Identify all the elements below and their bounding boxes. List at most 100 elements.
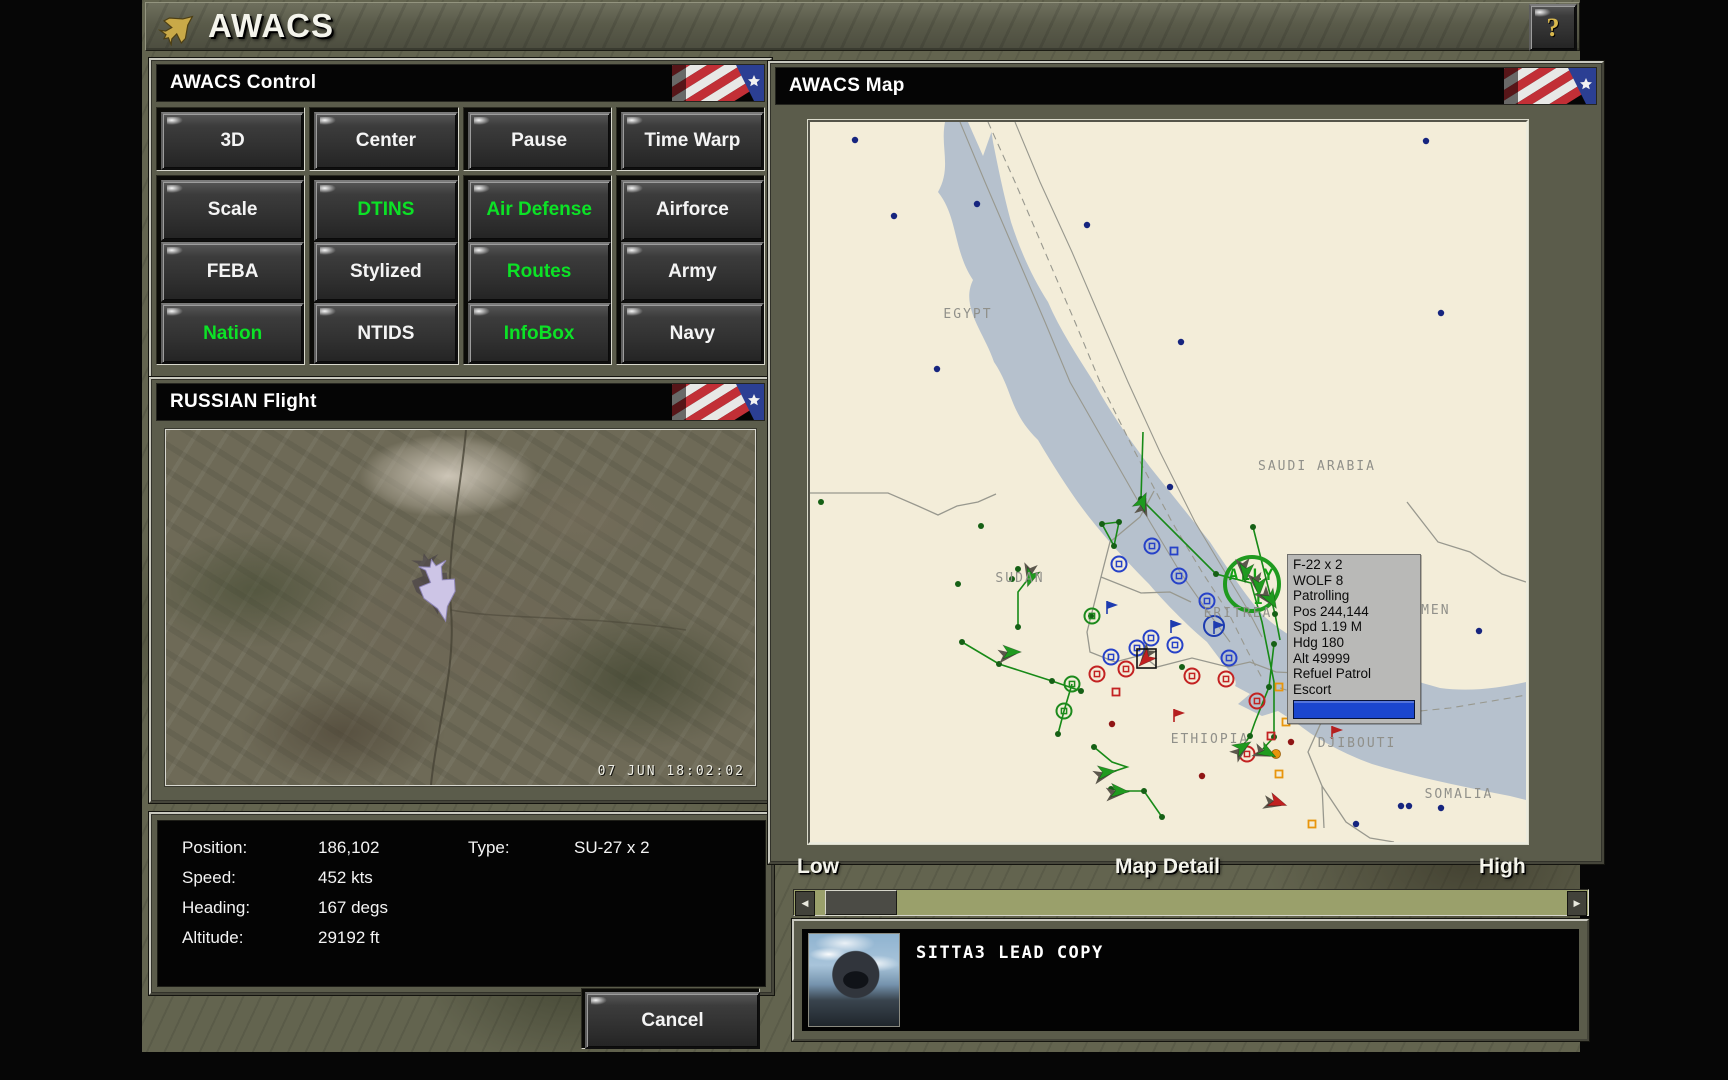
cancel-button[interactable]: Cancel: [585, 992, 760, 1049]
us-flag-icon: [672, 65, 764, 101]
city-dot: [974, 201, 980, 207]
button-column: AirforceArmyNavy: [616, 175, 765, 365]
city-dot: [1167, 484, 1173, 490]
button-time-warp[interactable]: Time Warp: [621, 112, 764, 170]
map-detail-slider[interactable]: ◀ ▶: [793, 889, 1589, 916]
button-column: ScaleFEBANation: [156, 175, 305, 365]
button-infobox[interactable]: InfoBox: [468, 303, 611, 364]
info-label: Speed:: [182, 868, 318, 898]
city-dot: [1476, 628, 1482, 634]
city-dot: [1438, 805, 1444, 811]
info-row: Altitude:29192 ft: [182, 928, 765, 958]
button-navy[interactable]: Navy: [621, 303, 764, 364]
awacs-map-panel: AWACS Map ALLY1EGYPTSAUDI ARABIASUDA: [768, 61, 1604, 864]
waypoint-dot: [1271, 641, 1277, 647]
cancel-button-frame: Cancel: [581, 988, 760, 1049]
waypoint-dot: [978, 523, 984, 529]
info-value: 29192 ft: [318, 928, 468, 958]
waypoint-dot: [959, 639, 965, 645]
map-canvas[interactable]: ALLY1EGYPTSAUDI ARABIASUDANERITREAYEMENE…: [808, 120, 1528, 844]
info-value: [574, 928, 765, 958]
waypoint-dot: [818, 499, 824, 505]
country-label: SOMALIA: [1425, 787, 1494, 802]
button-ntids[interactable]: NTIDS: [314, 303, 457, 364]
slider-thumb[interactable]: [825, 890, 897, 915]
city-dot: [1084, 222, 1090, 228]
su27-silhouette: [406, 548, 463, 627]
radio-message-text: SITTA3 LEAD COPY: [916, 943, 1104, 963]
us-flag-icon: [1504, 68, 1596, 104]
tooltip-line: WOLF 8: [1293, 573, 1415, 589]
waypoint-dot: [1213, 571, 1219, 577]
terrain-overlay: [166, 430, 755, 785]
unit-info-tooltip: F-22 x 2WOLF 8PatrollingPos 244,144Spd 1…: [1287, 554, 1421, 724]
waypoint-dot: [1250, 524, 1256, 530]
info-value: SU-27 x 2: [574, 838, 765, 868]
map-graphics: ALLY1EGYPTSAUDI ARABIASUDANERITREAYEMENE…: [810, 122, 1526, 842]
button-cell: 3D: [156, 107, 305, 171]
radio-message-bar: SITTA3 LEAD COPY: [792, 919, 1589, 1041]
info-label: Position:: [182, 838, 318, 868]
button-center[interactable]: Center: [314, 112, 457, 170]
waypoint-dot: [1272, 611, 1278, 617]
tooltip-selection-bar: [1293, 700, 1415, 719]
waypoint-dot: [1091, 744, 1097, 750]
city-dot: [852, 137, 858, 143]
flight-panel-title: RUSSIAN Flight: [170, 391, 317, 413]
waypoint-dot: [955, 581, 961, 587]
enemy-dot: [1109, 721, 1115, 727]
button-cell: Center: [309, 107, 458, 171]
city-dot: [934, 366, 940, 372]
flight-info-readout: Position:186,102Type:SU-27 x 2Speed:452 …: [157, 820, 766, 987]
window-title: AWACS: [208, 7, 334, 45]
button-routes[interactable]: Routes: [468, 242, 611, 303]
info-value: 186,102: [318, 838, 468, 868]
city-dot: [1438, 310, 1444, 316]
tooltip-line: F-22 x 2: [1293, 557, 1415, 573]
russian-flight-panel: RUSSIAN Flight: [149, 377, 772, 803]
button-air-defense[interactable]: Air Defense: [468, 180, 611, 241]
info-row: Position:186,102Type:SU-27 x 2: [182, 838, 765, 868]
control-panel-header: AWACS Control: [156, 64, 765, 102]
control-panel-title: AWACS Control: [170, 72, 316, 94]
button-feba[interactable]: FEBA: [161, 242, 304, 303]
button-stylized[interactable]: Stylized: [314, 242, 457, 303]
button-pause[interactable]: Pause: [468, 112, 611, 170]
pilot-photo: [808, 933, 900, 1027]
flight-panel-header: RUSSIAN Flight: [156, 383, 765, 421]
button-column: DTINSStylizedNTIDS: [309, 175, 458, 365]
detail-low-label: Low: [797, 855, 839, 879]
tooltip-line: Escort: [1293, 682, 1415, 698]
button-3d[interactable]: 3D: [161, 112, 304, 170]
city-dot: [1353, 821, 1359, 827]
city-dot: [1178, 339, 1184, 345]
waypoint-dot: [1055, 731, 1061, 737]
country-label: EGYPT: [943, 307, 992, 322]
button-airforce[interactable]: Airforce: [621, 180, 764, 241]
button-army[interactable]: Army: [621, 242, 764, 303]
info-value: [574, 868, 765, 898]
tooltip-line: Refuel Patrol: [1293, 666, 1415, 682]
info-value: 452 kts: [318, 868, 468, 898]
waypoint-dot: [1159, 814, 1165, 820]
button-dtins[interactable]: DTINS: [314, 180, 457, 241]
info-row: Speed:452 kts: [182, 868, 765, 898]
city-dot: [891, 213, 897, 219]
waypoint-dot: [1015, 624, 1021, 630]
jet-icon: [156, 6, 202, 46]
country-label: SUDAN: [995, 571, 1044, 586]
slider-left-arrow-icon[interactable]: ◀: [795, 891, 815, 916]
button-nation[interactable]: Nation: [161, 303, 304, 364]
tooltip-line: Alt 49999: [1293, 651, 1415, 667]
help-button[interactable]: ?: [1529, 4, 1577, 51]
waypoint-dot: [1179, 664, 1185, 670]
button-scale[interactable]: Scale: [161, 180, 304, 241]
city-dot: [1423, 138, 1429, 144]
slider-right-arrow-icon[interactable]: ▶: [1567, 891, 1587, 916]
us-flag-icon: [672, 384, 764, 420]
country-label: ERITREA: [1204, 606, 1273, 621]
city-dot: [1398, 803, 1404, 809]
control-top-row: 3DCenterPauseTime Warp: [156, 107, 765, 171]
enemy-dot: [1288, 739, 1294, 745]
enemy-dot: [1199, 773, 1205, 779]
